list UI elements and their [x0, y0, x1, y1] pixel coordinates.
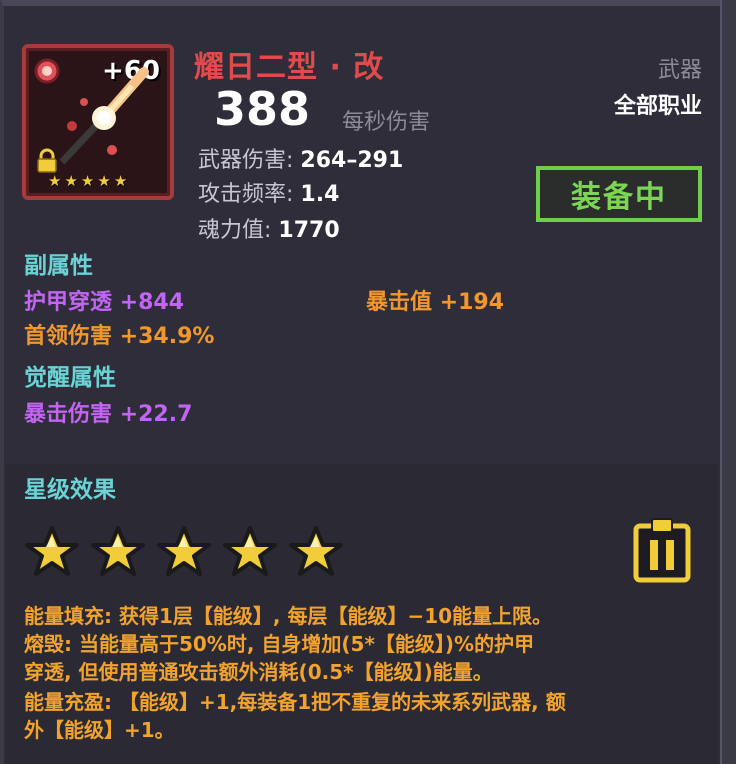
effect-body: 外【能级】+1。 — [24, 718, 175, 742]
effect-line-1: 能量填充: 获得1层【能级】, 每层【能级】−10能量上限。 — [24, 600, 552, 629]
star-icon: ★ — [64, 172, 78, 190]
attr-crit: 暴击值 +194 — [366, 284, 504, 316]
equipped-button[interactable]: 装备中 — [536, 166, 702, 222]
item-type: 武器 — [657, 58, 702, 83]
attr-label: 暴击伤害 — [24, 402, 113, 427]
dps-label: 每秒伤害 — [342, 110, 431, 135]
soul-value: 1770 — [278, 218, 340, 243]
star-icon: ★ — [97, 172, 111, 190]
secondary-title: 副属性 — [24, 253, 93, 279]
gold-lock-icon — [37, 148, 57, 173]
attr-value: +22.7 — [119, 402, 193, 427]
star-icon: ★ — [48, 172, 62, 190]
effect-body: 穿透, 但使用普通攻击额外消耗(0.5*【能级】)能量。 — [24, 660, 493, 684]
rate-stat: 攻击频率: 1.4 — [198, 176, 339, 208]
star-icon — [91, 526, 145, 576]
rate-value: 1.4 — [300, 182, 340, 207]
effect-line-2: 熔毁: 当能量高于50%时, 自身增加(5*【能级】)%的护甲 — [24, 628, 534, 657]
star-rating — [24, 524, 344, 580]
effect-body: 获得1层【能级】, 每层【能级】−10能量上限。 — [118, 604, 553, 628]
dps-value: 388 — [214, 82, 311, 136]
attr-boss-damage: 首领伤害 +34.9% — [24, 318, 214, 350]
soul-stat: 魂力值: 1770 — [198, 212, 340, 244]
effect-head: 能量充盈: — [24, 690, 112, 714]
rate-label: 攻击频率: — [198, 182, 294, 207]
attr-value: +34.9% — [119, 324, 215, 349]
effect-line-4: 能量充盈: 【能级】+1,每装备1把不重复的未来系列武器, 额 — [24, 686, 566, 715]
star-icon — [25, 526, 79, 576]
weapon-name: 耀日二型 · 改 — [194, 50, 385, 85]
effect-body: 【能级】+1,每装备1把不重复的未来系列武器, 额 — [118, 690, 566, 714]
star-icon — [289, 526, 343, 576]
soul-label: 魂力值: — [198, 218, 272, 243]
effect-head: 熔毁: — [24, 632, 72, 656]
attr-label: 首领伤害 — [24, 324, 113, 349]
star-icon: ★ — [80, 172, 95, 190]
effect-head: 能量填充: — [24, 604, 112, 628]
attr-value: +194 — [439, 290, 505, 315]
star-icon: ★ — [113, 172, 128, 190]
star-icon — [223, 526, 277, 576]
frame-right-edge — [720, 0, 736, 764]
damage-label: 武器伤害: — [198, 148, 294, 173]
item-class: 全部职业 — [613, 94, 702, 119]
attr-label: 护甲穿透 — [24, 290, 113, 315]
star-effect-title: 星级效果 — [24, 477, 116, 503]
effect-line-5: 外【能级】+1。 — [24, 714, 175, 743]
awaken-title: 觉醒属性 — [24, 365, 116, 391]
star-icon — [157, 526, 211, 576]
weapon-icon-frame[interactable]: +60 ★ ★ ★ ★ ★ — [22, 44, 174, 200]
effect-body: 当能量高于50%时, 自身增加(5*【能级】)%的护甲 — [78, 632, 535, 656]
attr-label: 暴击值 — [366, 290, 433, 315]
damage-stat: 武器伤害: 264–291 — [198, 142, 403, 174]
clipboard-icon[interactable] — [632, 516, 692, 584]
attr-crit-damage: 暴击伤害 +22.7 — [24, 396, 192, 428]
sun-staff-icon — [59, 67, 149, 165]
effect-line-3: 穿透, 但使用普通攻击额外消耗(0.5*【能级】)能量。 — [24, 656, 493, 685]
attr-armor-pen: 护甲穿透 +844 — [24, 284, 184, 316]
attr-value: +844 — [119, 290, 185, 315]
mini-star-row: ★ ★ ★ ★ ★ — [48, 174, 127, 189]
damage-value: 264–291 — [300, 148, 404, 173]
